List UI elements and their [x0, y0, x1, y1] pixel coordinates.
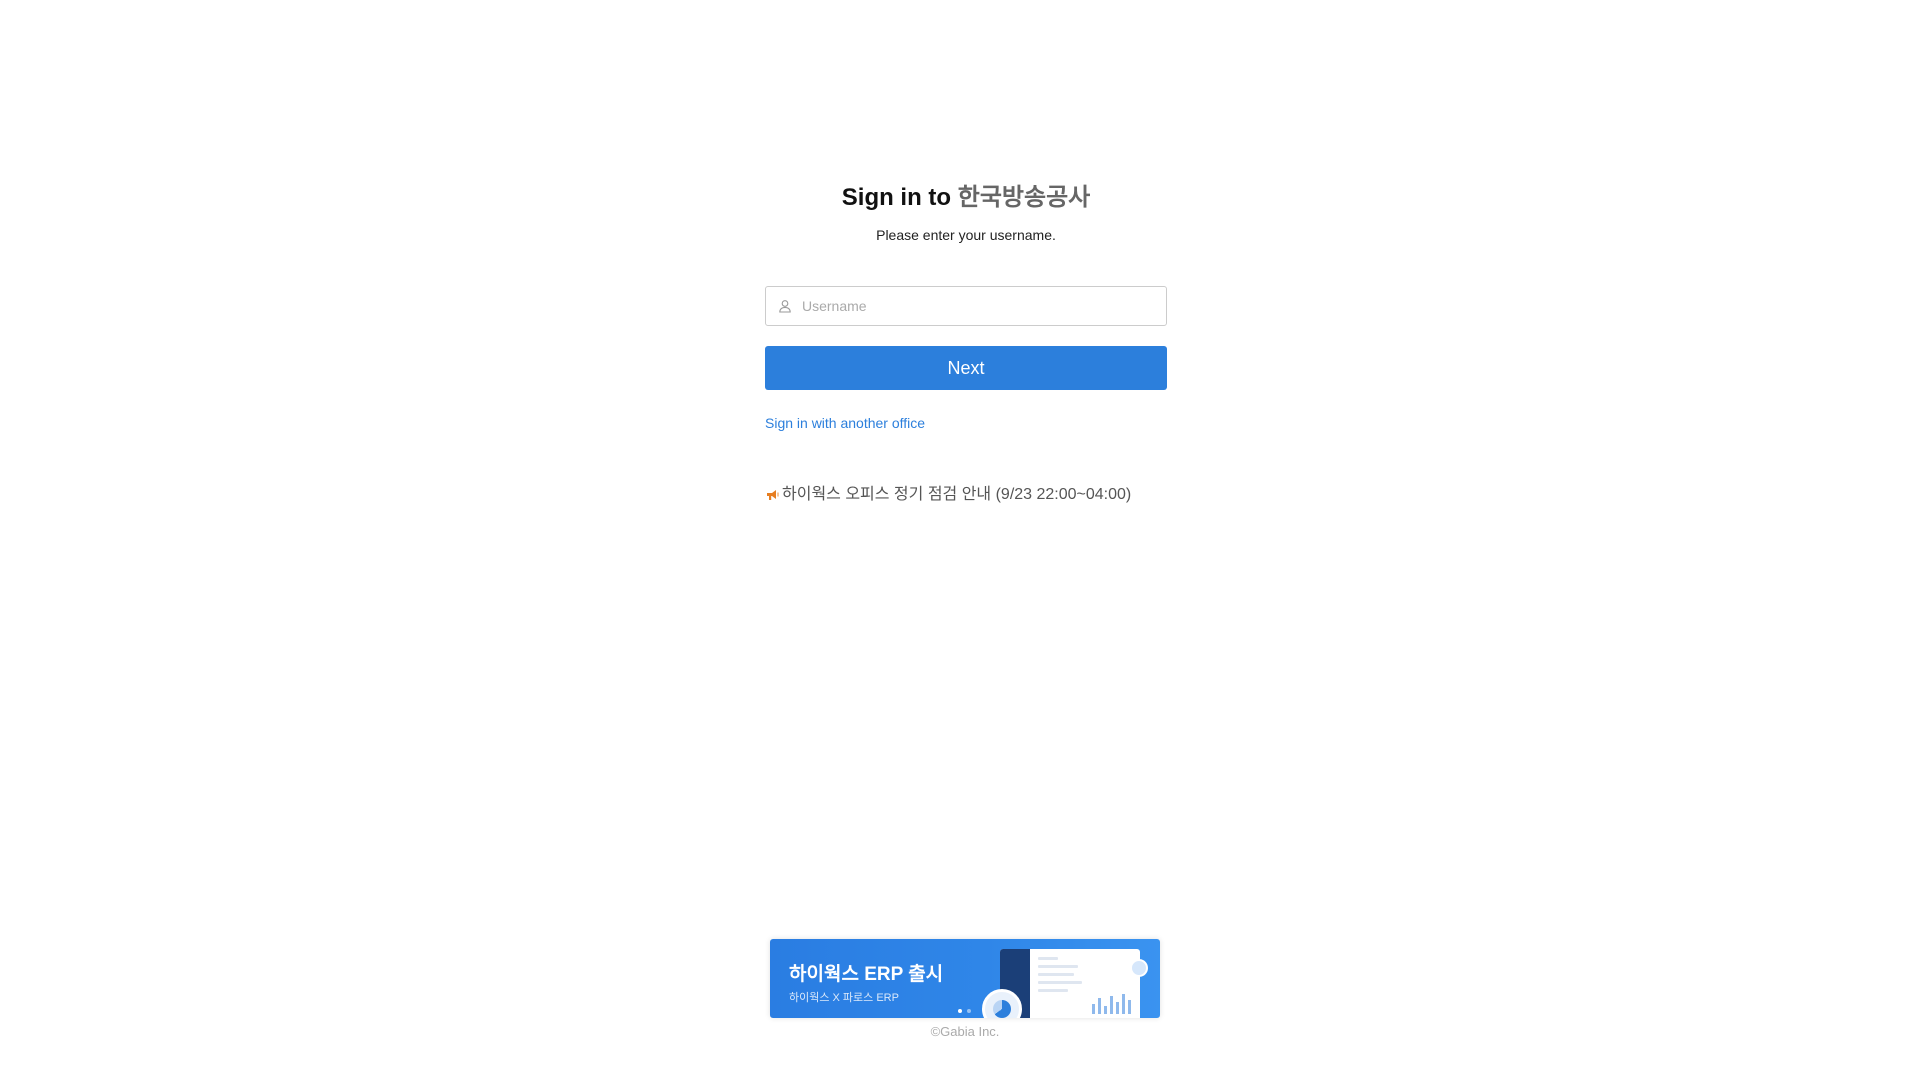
banner-dot — [967, 1009, 971, 1013]
notice-item[interactable]: 하이웍스 오피스 정기 점검 안내 (9/23 22:00~04:00) — [765, 485, 1167, 505]
organization-name: 한국방송공사 — [957, 184, 1091, 211]
erp-promo-banner[interactable]: 하이웍스 ERP 출시 하이웍스 X 파로스 ERP — [770, 939, 1160, 1018]
notice-text: 하이웍스 오피스 정기 점검 안내 (9/23 22:00~04:00) — [782, 486, 1132, 503]
banner-subtitle: 하이웍스 X 파로스 ERP — [789, 992, 899, 1004]
megaphone-icon — [765, 487, 781, 503]
username-field[interactable] — [765, 286, 1167, 326]
title-prefix: Sign in to — [841, 184, 958, 211]
login-page: Sign in to 한국방송공사 Please enter your user… — [0, 0, 1920, 1080]
user-icon — [777, 298, 793, 314]
other-office-link[interactable]: Sign in with another office — [765, 414, 925, 432]
banner-title: 하이웍스 ERP 출시 — [789, 964, 944, 985]
page-title: Sign in to 한국방송공사 — [765, 178, 1167, 218]
banner-avatar-icon — [1130, 959, 1148, 977]
banner-dot — [958, 1009, 962, 1013]
copyright-text: ©Gabia Inc. — [930, 1024, 1000, 1039]
page-subtitle: Please enter your username. — [876, 227, 1056, 243]
login-box: Sign in to 한국방송공사 Please enter your user… — [765, 178, 1167, 505]
banner-pagination-dots — [958, 1009, 971, 1013]
next-button[interactable]: Next — [765, 346, 1167, 390]
username-input[interactable] — [802, 288, 1166, 324]
